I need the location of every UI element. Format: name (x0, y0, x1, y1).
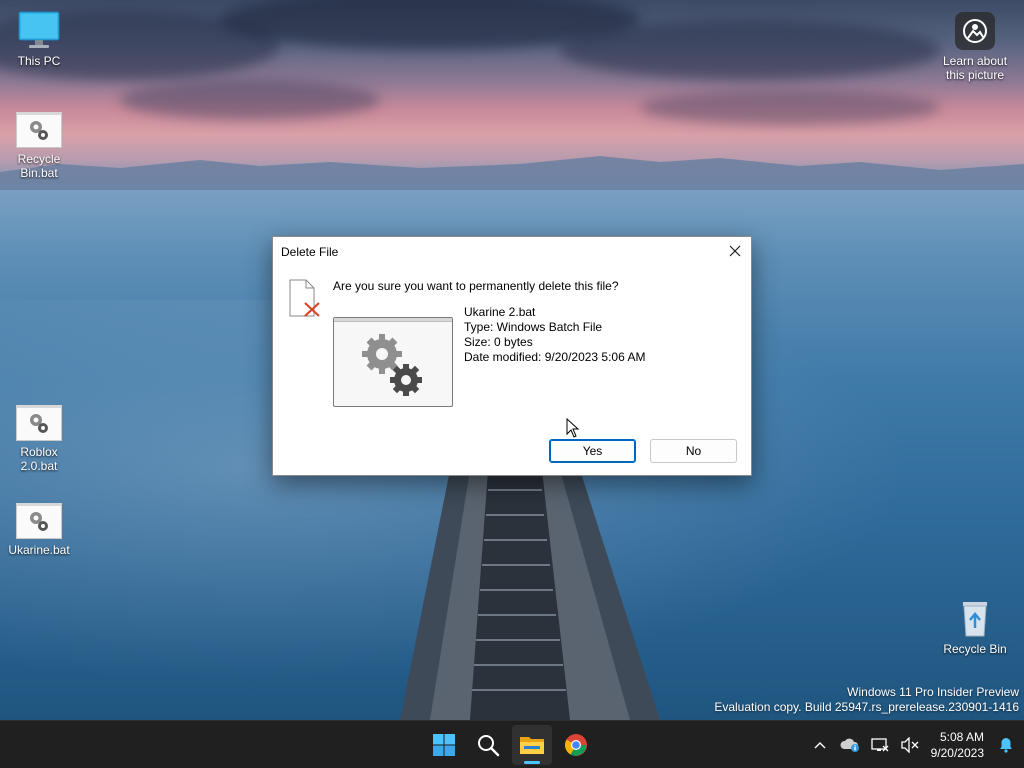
desktop-icon-label: Recycle Bin.bat (17, 152, 61, 180)
dialog-question: Are you sure you want to permanently del… (333, 279, 619, 293)
gears-icon (362, 334, 422, 396)
learn-about-picture[interactable]: Learn about this picture (936, 12, 1014, 82)
clock-time: 5:08 AM (939, 730, 984, 744)
mouse-cursor-icon (566, 418, 580, 438)
file-info: Ukarine 2.bat Type: Windows Batch File S… (464, 305, 645, 365)
delete-document-icon (289, 279, 320, 317)
file-type: Type: Windows Batch File (464, 320, 603, 334)
chrome-icon (565, 734, 587, 756)
camera-icon (955, 12, 995, 50)
search-button[interactable] (468, 725, 508, 765)
desktop-icon-label: Recycle Bin (943, 642, 1007, 656)
volume-tray-button[interactable] (895, 725, 925, 765)
file-explorer-button[interactable] (512, 725, 552, 765)
batch-file-icon (16, 405, 62, 441)
desktop-icon-label: Roblox 2.0.bat (20, 445, 58, 473)
folder-icon (520, 737, 544, 754)
desktop-icon-recycle-bin-bat[interactable]: Recycle Bin.bat (1, 112, 77, 180)
taskbar-apps (424, 721, 596, 768)
dialog-title: Delete File (281, 245, 339, 259)
windows-logo-icon (433, 734, 455, 756)
show-hidden-icons-button[interactable] (805, 725, 835, 765)
learn-about-label: Learn about this picture (942, 54, 1008, 82)
desktop-icon-label: This PC (17, 54, 61, 68)
yes-button[interactable]: Yes (549, 439, 636, 463)
chevron-up-icon (814, 742, 826, 749)
desktop-icon-label: Ukarine.bat (8, 543, 70, 557)
system-tray: 5:08 AM 9/20/2023 (805, 721, 1024, 768)
network-tray-button[interactable] (865, 725, 895, 765)
volume-muted-icon (900, 737, 919, 753)
search-icon (478, 735, 500, 757)
watermark-build: Evaluation copy. Build 25947.rs_prerelea… (714, 700, 1019, 714)
file-name: Ukarine 2.bat (464, 305, 536, 319)
onedrive-tray-button[interactable] (835, 725, 865, 765)
desktop-icon-roblox-bat[interactable]: Roblox 2.0.bat (1, 405, 77, 473)
monitor-icon (18, 11, 60, 48)
start-button[interactable] (424, 725, 464, 765)
cloud-info-icon (840, 738, 859, 752)
close-icon (729, 245, 741, 257)
batch-file-icon (16, 112, 62, 148)
active-indicator (524, 761, 540, 764)
desktop-icon-this-pc[interactable]: This PC (1, 10, 77, 68)
pier-image (400, 470, 660, 720)
recycle-bin-icon (963, 602, 987, 637)
file-size: Size: 0 bytes (464, 335, 533, 349)
notifications-button[interactable] (992, 725, 1020, 765)
network-icon (870, 738, 889, 752)
desktop-icon-ukarine-bat[interactable]: Ukarine.bat (1, 503, 77, 557)
file-date-modified: Date modified: 9/20/2023 5:06 AM (464, 350, 646, 364)
dialog-titlebar[interactable]: Delete File (273, 237, 751, 267)
windows-watermark: Windows 11 Pro Insider Preview Evaluatio… (714, 685, 1019, 715)
close-button[interactable] (719, 237, 751, 265)
clock-date: 9/20/2023 (930, 746, 984, 760)
file-thumbnail (333, 317, 453, 407)
taskbar-clock[interactable]: 5:08 AM 9/20/2023 (925, 729, 992, 761)
watermark-edition: Windows 11 Pro Insider Preview (847, 685, 1019, 699)
mountain-silhouette (0, 156, 1024, 190)
no-button[interactable]: No (650, 439, 737, 463)
chrome-button[interactable] (556, 725, 596, 765)
batch-file-icon (16, 503, 62, 539)
bell-icon (1000, 738, 1012, 753)
delete-file-dialog: Delete File Are you sure you want to per… (272, 236, 752, 476)
taskbar: 5:08 AM 9/20/2023 (0, 720, 1024, 768)
desktop-icon-recycle-bin[interactable]: Recycle Bin (937, 598, 1013, 656)
